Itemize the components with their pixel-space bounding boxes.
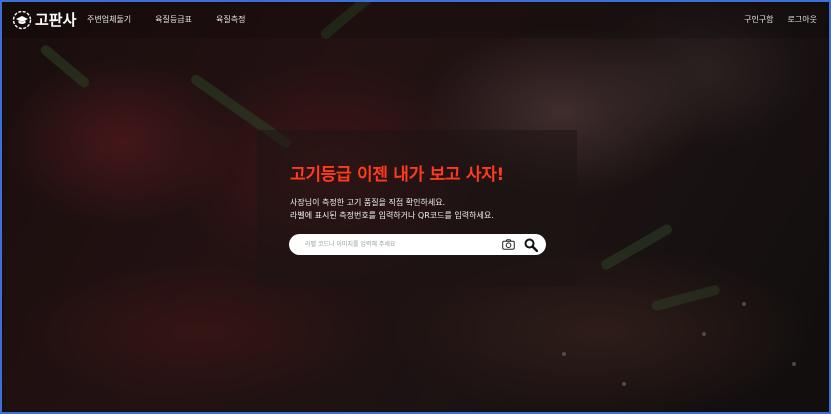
logout-link[interactable]: 로그아웃 (788, 14, 817, 25)
graduation-cap-icon (12, 10, 32, 29)
search-icon (524, 238, 538, 252)
hero-description: 사장님이 측정한 고기 품질을 직접 확인하세요. 라벨에 표시된 측정번호를 … (290, 196, 494, 222)
hero-headline: 고기등급 이젠 내가 보고 사자! (290, 165, 505, 185)
hero-description-line: 라벨에 표시된 측정번호를 입력하거나 QR코드를 입력하세요. (290, 211, 494, 220)
hero-search-panel: 고기등급 이젠 내가 보고 사자! 사장님이 측정한 고기 품질을 직접 확인하… (257, 130, 577, 286)
camera-icon (502, 239, 515, 250)
camera-button[interactable] (501, 237, 516, 252)
logo-text: 고판사 (35, 11, 77, 29)
utility-nav: 구인구함 로그아웃 (744, 14, 817, 25)
utility-item-jobs[interactable]: 구인구함 (744, 14, 773, 25)
nav-item-nearby-stores[interactable]: 주변업체둘기 (87, 14, 131, 25)
nav-item-grade-table[interactable]: 육질등급표 (155, 14, 192, 25)
nav-item-meat-measure[interactable]: 육질측정 (216, 14, 245, 25)
hero-description-line: 사장님이 측정한 고기 품질을 직접 확인하세요. (290, 198, 446, 207)
top-header: 고판사 주변업체둘기 육질등급표 육질측정 구인구함 로그아웃 (2, 2, 829, 38)
app-frame: 고판사 주변업체둘기 육질등급표 육질측정 구인구함 로그아웃 고기등급 이젠 … (0, 0, 831, 414)
logo[interactable]: 고판사 (12, 9, 76, 30)
search-bar (289, 234, 546, 255)
search-input[interactable] (305, 237, 495, 252)
search-button[interactable] (523, 237, 538, 252)
main-nav: 주변업체둘기 육질등급표 육질측정 (87, 14, 245, 25)
